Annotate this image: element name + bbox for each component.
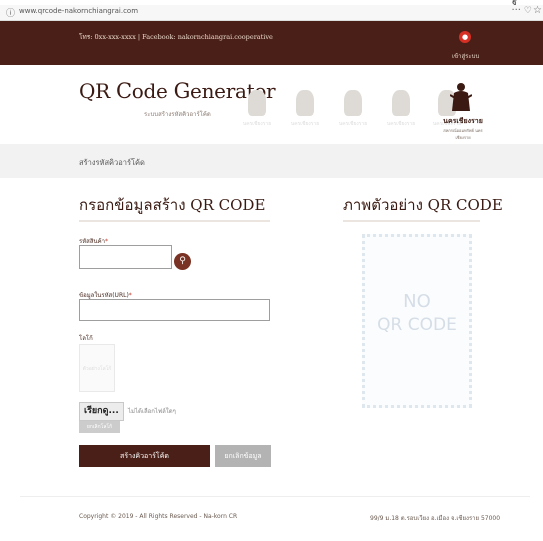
product-code-input[interactable] [79, 245, 172, 269]
product-code-label-text: รหัสสินค้า [79, 238, 105, 245]
site-subtitle: ระบบสร้างรหัสคิวอาร์โค้ด [144, 111, 211, 118]
footer-divider [20, 496, 530, 497]
footer-address: 99/9 ม.18 ต.รอบเวียง อ.เมือง จ.เชียงราย … [370, 515, 501, 522]
faded-mascot-caption: นครเชียงราย [290, 121, 320, 127]
mascot-figure-icon [344, 90, 362, 116]
site-title-c: C [115, 79, 132, 103]
cooperative-logo[interactable]: นครเชียงราย สหกรณ์ออมทรัพย์ นครเชียงราย [438, 79, 488, 141]
cancel-logo-button[interactable]: ยกเลิกโลโก้ [79, 421, 120, 433]
address-url[interactable]: www.qrcode-nakornchiangrai.com [19, 7, 138, 15]
logo-slogan: สหกรณ์ออมทรัพย์ นครเชียงราย [443, 128, 483, 140]
logo-placeholder: ตัวอย่างโลโก้ [82, 366, 112, 372]
site-title-g: G [173, 79, 191, 103]
bookmark-star-icon[interactable]: ☆ [533, 5, 542, 16]
reset-button[interactable]: ยกเลิกข้อมูล [215, 445, 271, 467]
form-title-rule [79, 220, 270, 222]
generate-qr-button[interactable]: สร้างคิวอาร์โค้ด [79, 445, 210, 467]
logo-label: โลโก้ [79, 335, 93, 342]
browser-address-bar: ⓘ www.qrcode-nakornchiangrai.com ··· ♡ ☆ [0, 5, 543, 21]
mascot-figure-icon [392, 90, 410, 116]
search-icon[interactable]: ⚲ [174, 253, 191, 270]
required-mark: * [128, 292, 132, 299]
mascot-figure-icon [248, 90, 266, 116]
no-file-text: ไม่ได้เลือกไฟล์ใดๆ [128, 408, 176, 415]
faded-mascot: นครเชียงราย [379, 90, 423, 130]
url-label-text: ข้อมูลในรหัส(URL) [79, 292, 129, 299]
faded-mascot: นครเชียงราย [331, 90, 375, 130]
breadcrumb: สร้างรหัสคิวอาร์โค้ด [79, 158, 145, 167]
faded-mascot-caption: นครเชียงราย [338, 121, 368, 127]
required-mark: * [105, 238, 108, 245]
mascot-figure-icon [296, 90, 314, 116]
faded-mascot: นครเชียงราย [283, 90, 327, 130]
faded-mascot-caption: นครเชียงราย [242, 121, 272, 127]
login-link[interactable]: เข้าสู่ระบบ [452, 51, 479, 61]
qr-preview-label: QR CODE [377, 315, 457, 335]
qr-preview-box: NO QR CODE [362, 234, 472, 408]
faded-mascot: นครเชียงราย [235, 90, 279, 130]
mascot-strip: นครเชียงราย นครเชียงราย นครเชียงราย นครเ… [235, 90, 470, 130]
browse-button[interactable]: เรียกดู... [79, 402, 124, 421]
more-actions-icon[interactable]: ··· [511, 5, 521, 16]
url-input[interactable] [79, 299, 270, 321]
copyright: Copyright © 2019 - All Rights Reserved -… [79, 513, 238, 520]
preview-title: ภาพตัวอย่าง QR CODE [343, 196, 503, 214]
site-title-part-2: ode [131, 79, 174, 103]
breadcrumb-band: สร้างรหัสคิวอาร์โค้ด [0, 144, 543, 178]
mascot-logo-icon [450, 83, 472, 111]
info-icon[interactable]: ⓘ [6, 6, 15, 19]
logo-name: นครเชียงราย [443, 116, 483, 125]
contact-info: โทร: 0xx-xxx-xxxx | Facebook: nakornchia… [79, 33, 273, 41]
site-title-q: Q [79, 79, 96, 103]
preview-title-rule [343, 220, 480, 222]
site-top-bar: โทร: 0xx-xxx-xxxx | Facebook: nakornchia… [0, 21, 543, 65]
qr-preview-no: NO [403, 291, 431, 312]
user-icon[interactable]: ● [459, 31, 471, 43]
faded-mascot-caption: นครเชียงราย [386, 121, 416, 127]
pocket-icon[interactable]: ♡ [524, 6, 532, 16]
form-title: กรอกข้อมูลสร้าง QR CODE [79, 196, 266, 214]
logo-preview: ตัวอย่างโลโก้ [79, 344, 115, 392]
site-title-part-1: R [95, 79, 116, 103]
